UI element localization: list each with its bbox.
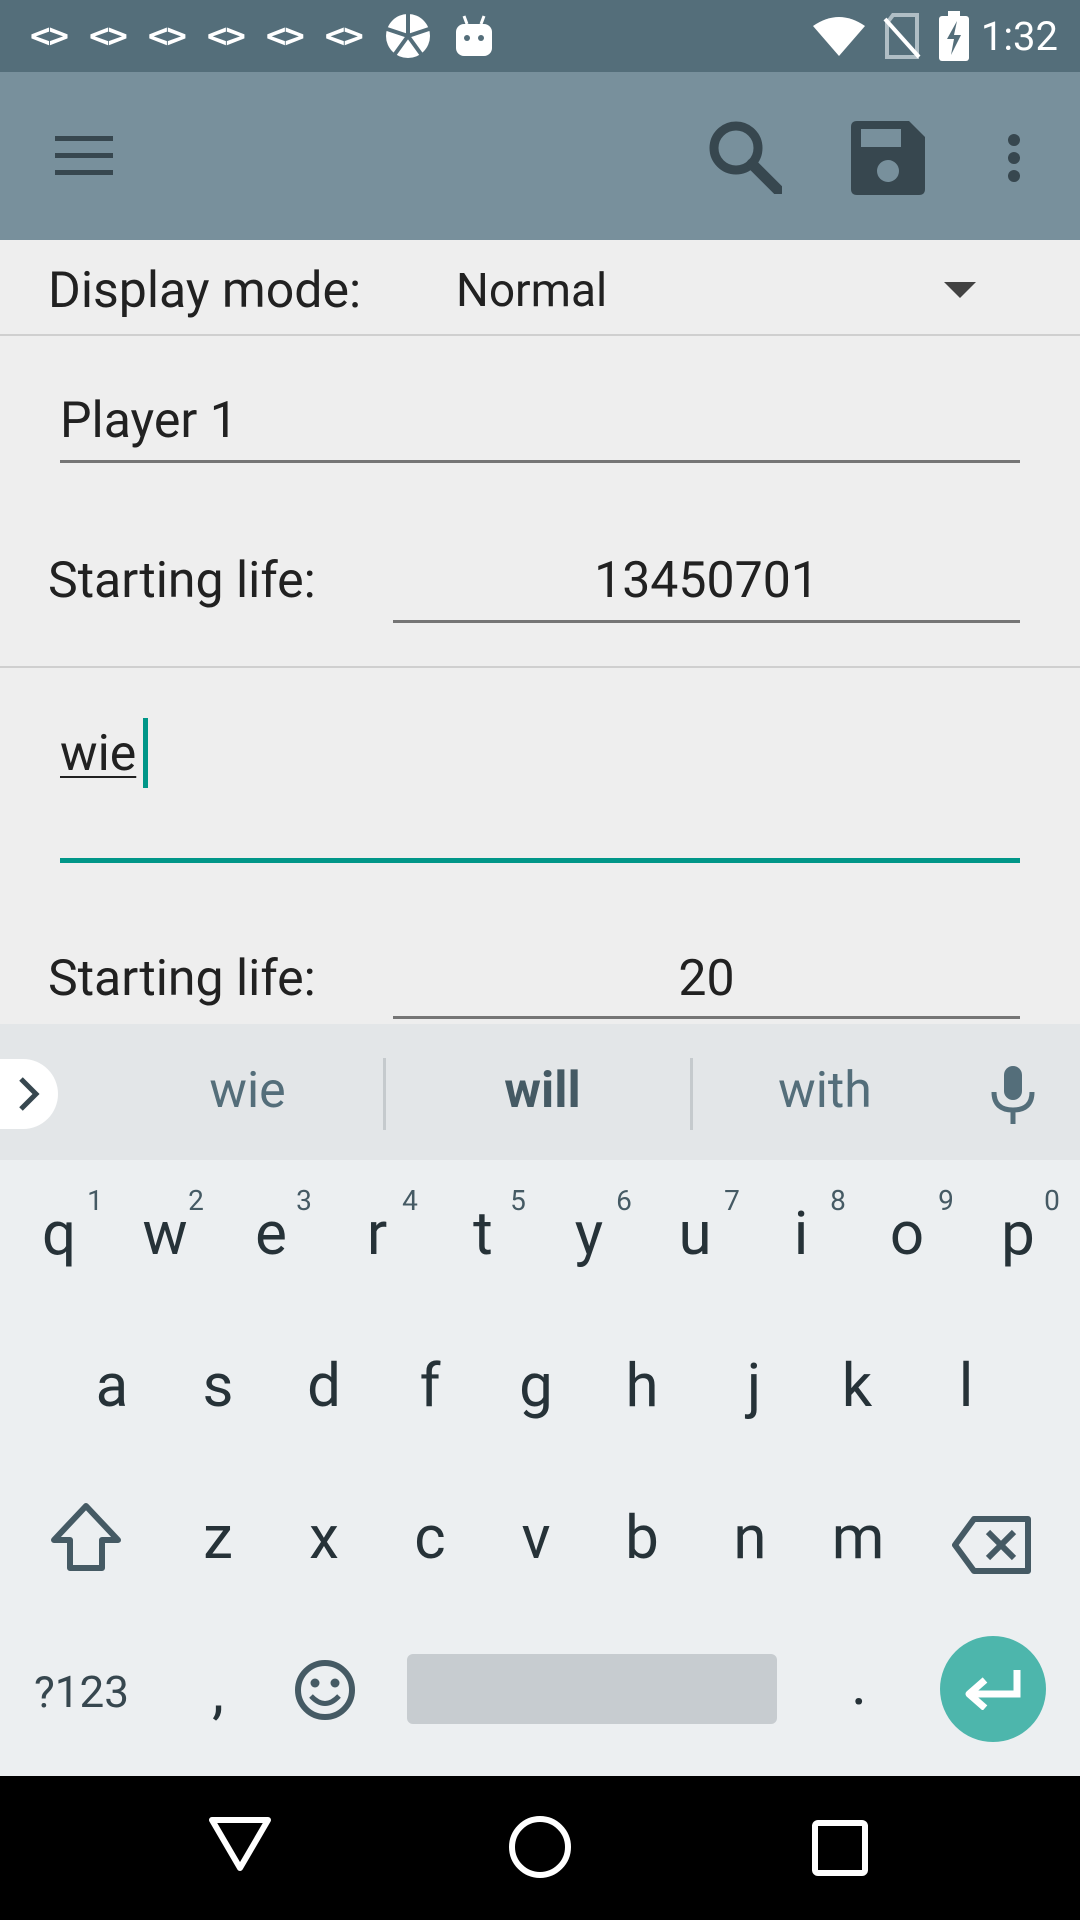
key-j[interactable]: j: [714, 1350, 794, 1421]
code-notification-icon: <>: [30, 16, 69, 56]
comma-key[interactable]: ,: [178, 1656, 258, 1727]
search-icon: [709, 121, 782, 194]
key-a[interactable]: a: [72, 1350, 152, 1421]
recents-icon: [812, 1820, 868, 1876]
key-hint: 8: [830, 1184, 846, 1217]
home-button[interactable]: [507, 1814, 573, 1884]
back-button[interactable]: [208, 1814, 272, 1878]
home-icon: [509, 1816, 571, 1878]
key-d[interactable]: d: [284, 1350, 364, 1421]
no-sim-icon: [883, 13, 921, 59]
suggestion-divider: [383, 1058, 386, 1130]
microphone-icon: [991, 1066, 1035, 1124]
key-hint: 3: [296, 1184, 312, 1217]
notification-area: <> <> <> <> <> <>: [30, 12, 516, 60]
more-vert-icon: [1008, 134, 1020, 182]
enter-icon: [965, 1670, 1021, 1710]
player2-life-label: Starting life:: [48, 950, 316, 1008]
space-key[interactable]: [407, 1654, 777, 1724]
symbols-key[interactable]: ?123: [34, 1666, 129, 1718]
key-z[interactable]: z: [178, 1502, 258, 1573]
system-indicators: 1:32: [812, 11, 1058, 61]
key-hint: 5: [510, 1184, 526, 1217]
shift-icon: [51, 1503, 121, 1571]
chevron-right-icon: [19, 1077, 40, 1111]
suggestion-strip: wie will with: [0, 1024, 1080, 1160]
key-hint: 7: [724, 1184, 740, 1217]
code-notification-icon: <>: [147, 16, 187, 56]
menu-icon: [55, 136, 113, 175]
shift-key[interactable]: [50, 1502, 122, 1576]
key-m[interactable]: m: [818, 1502, 898, 1573]
text-cursor: [143, 718, 148, 788]
recents-button[interactable]: [812, 1820, 868, 1880]
code-notification-icon: <>: [265, 16, 305, 56]
enter-key[interactable]: [940, 1636, 1046, 1742]
display-mode-label: Display mode:: [48, 262, 362, 320]
code-notification-icon: <>: [324, 16, 364, 56]
battery-charging-icon: [938, 11, 969, 61]
display-mode-spinner[interactable]: Normal: [456, 264, 607, 318]
key-hint: 2: [188, 1184, 204, 1217]
player1-life-underline: [393, 620, 1020, 623]
player1-life-field[interactable]: 13450701: [393, 552, 1020, 610]
navigation-bar: [0, 1776, 1080, 1920]
suggestion-divider: [690, 1058, 693, 1130]
expand-suggestions-button[interactable]: [0, 1059, 58, 1129]
app-toolbar: [0, 72, 1080, 240]
player1-name-field[interactable]: Player 1: [60, 392, 238, 450]
android-icon: [454, 14, 494, 58]
section-divider: [0, 666, 1080, 668]
key-l[interactable]: l: [926, 1350, 1006, 1421]
search-button[interactable]: [700, 112, 788, 200]
period-key[interactable]: .: [819, 1648, 899, 1719]
key-hint: 1: [87, 1184, 103, 1217]
key-hint: 4: [402, 1184, 418, 1217]
key-n[interactable]: n: [710, 1502, 790, 1573]
soft-keyboard: wie will with q w e r t y u i o p 1 2 3 …: [0, 1024, 1080, 1776]
key-f[interactable]: f: [390, 1350, 470, 1421]
key-hint: 6: [616, 1184, 632, 1217]
voice-input-button[interactable]: [990, 1066, 1036, 1130]
code-notification-icon: <>: [88, 16, 128, 56]
status-bar: <> <> <> <> <> <> 1:32: [0, 0, 1080, 72]
key-v[interactable]: v: [496, 1502, 576, 1573]
player2-name-field[interactable]: wie: [60, 725, 136, 783]
more-options-button[interactable]: [986, 116, 1042, 200]
suggestion-3[interactable]: with: [700, 1062, 950, 1120]
menu-button[interactable]: [36, 116, 132, 196]
display-mode-row: Display mode: Normal: [0, 240, 1080, 336]
emoji-icon: [295, 1660, 355, 1720]
back-icon: [209, 1817, 271, 1871]
key-hint: 0: [1044, 1184, 1060, 1217]
player2-name-underline: [60, 858, 1020, 863]
key-s[interactable]: s: [178, 1350, 258, 1421]
wifi-icon: [812, 16, 865, 56]
key-x[interactable]: x: [284, 1502, 364, 1573]
save-icon: [851, 121, 925, 195]
key-c[interactable]: c: [390, 1502, 470, 1573]
key-k[interactable]: k: [817, 1350, 897, 1421]
suggestion-2[interactable]: will: [395, 1062, 690, 1120]
player2-life-underline: [393, 1016, 1020, 1019]
key-g[interactable]: g: [496, 1350, 576, 1421]
code-notification-icon: <>: [206, 16, 246, 56]
key-hint: 9: [938, 1184, 954, 1217]
emoji-key[interactable]: [294, 1659, 356, 1725]
player1-name-underline: [60, 460, 1020, 463]
player2-life-field[interactable]: 20: [393, 950, 1020, 1008]
clock: 1:32: [980, 12, 1058, 60]
save-button[interactable]: [846, 116, 930, 200]
chevron-down-icon[interactable]: [944, 282, 976, 298]
backspace-key[interactable]: [952, 1516, 1032, 1578]
player1-life-label: Starting life:: [48, 552, 316, 610]
app-badge-icon: [384, 12, 432, 60]
key-b[interactable]: b: [602, 1502, 682, 1573]
suggestion-1[interactable]: wie: [100, 1062, 395, 1120]
key-h[interactable]: h: [602, 1350, 682, 1421]
backspace-icon: [952, 1516, 1031, 1574]
